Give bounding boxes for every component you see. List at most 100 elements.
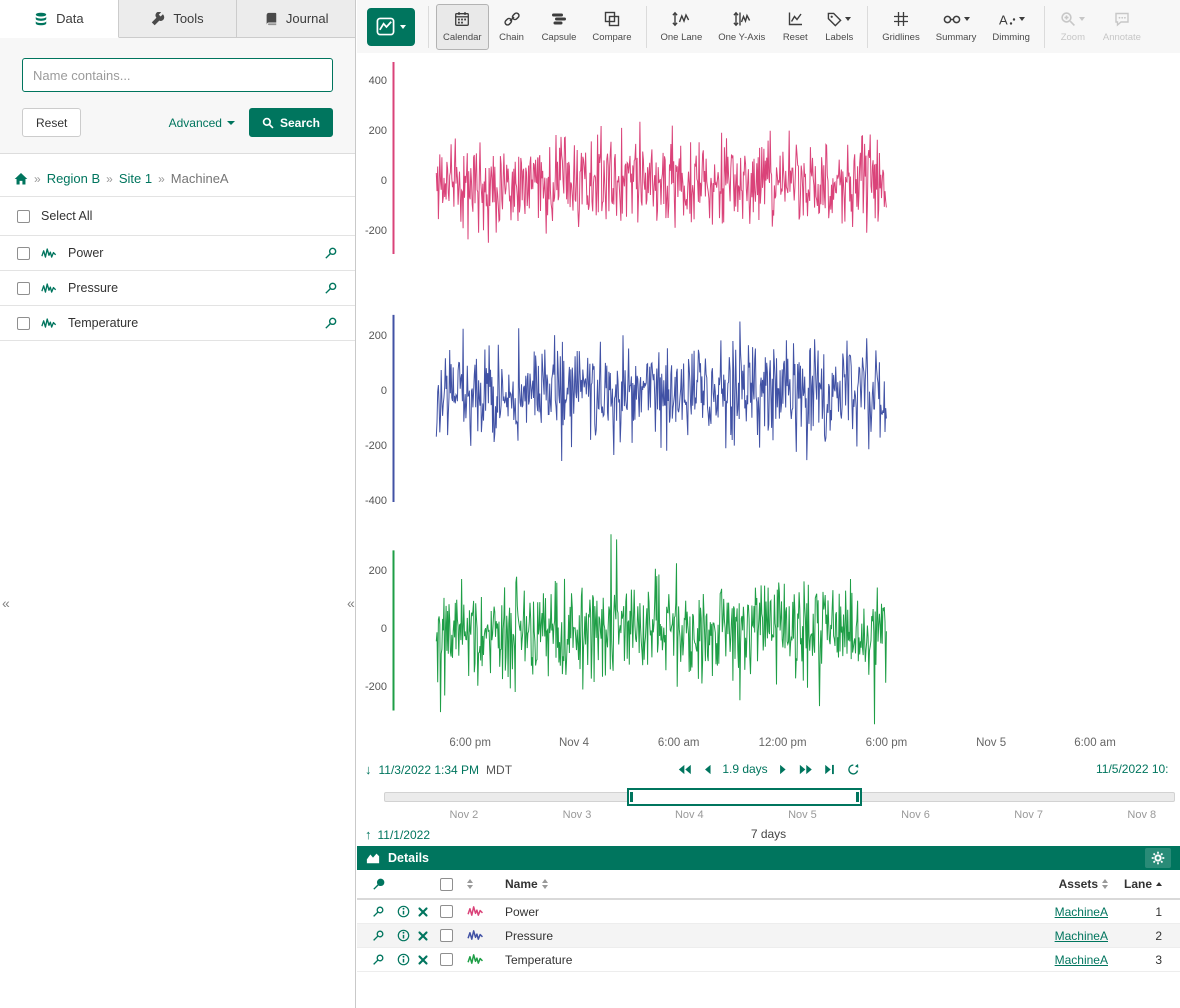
details-settings-button[interactable] (1145, 848, 1171, 868)
pin-icon[interactable] (323, 246, 338, 261)
fast-backward-icon[interactable] (677, 764, 691, 775)
skip-to-end-icon[interactable] (824, 764, 836, 775)
lane-column-header[interactable]: Lane (1108, 877, 1162, 891)
row-checkbox[interactable] (440, 953, 453, 966)
name-column-header[interactable]: Name (505, 877, 988, 891)
range-start-link[interactable]: 11/3/2022 1:34 PM (379, 763, 480, 777)
row-checkbox[interactable] (440, 905, 453, 918)
signal-icon (41, 317, 57, 330)
remove-icon[interactable] (418, 931, 440, 941)
reset-button[interactable]: Reset (22, 108, 81, 137)
select-all-checkbox[interactable] (17, 210, 30, 223)
temperature-checkbox[interactable] (17, 317, 30, 330)
lane-pressure[interactable]: 2000-200-400 (357, 282, 1180, 507)
brush-right-handle[interactable] (856, 792, 859, 802)
row-checkbox[interactable] (440, 929, 453, 942)
lane-temperature[interactable]: 2000-200 (357, 507, 1180, 732)
info-icon[interactable] (397, 905, 418, 918)
signal-icon (467, 929, 484, 942)
advanced-label: Advanced (169, 116, 222, 130)
pin-icon[interactable] (371, 929, 397, 943)
advanced-toggle[interactable]: Advanced (169, 116, 235, 130)
asset-link[interactable]: MachineA (1055, 905, 1108, 919)
one-y-axis-label: One Y-Axis (718, 32, 765, 43)
asset-link[interactable]: MachineA (1055, 953, 1108, 967)
capsule-button[interactable]: Capsule (535, 4, 584, 50)
trend-chart[interactable]: 4002000-2002000-200-4002000-200 (357, 57, 1180, 732)
time-range-bar: ↓ 11/3/2022 1:34 PM MDT 1.9 days (357, 759, 1180, 783)
sidebar-collapse-handle[interactable]: « (347, 596, 355, 610)
sort-icon[interactable] (467, 879, 473, 889)
calendar-button[interactable]: Calendar (436, 4, 489, 50)
tab-tools-label: Tools (173, 11, 203, 26)
remove-icon[interactable] (418, 907, 440, 917)
list-item-temperature[interactable]: Temperature (0, 306, 355, 341)
step-backward-icon[interactable] (702, 764, 711, 775)
tab-journal[interactable]: Journal (237, 0, 355, 38)
view-selector-button[interactable] (367, 8, 415, 46)
chart-toolbar: Calendar Chain Capsule Compare (357, 0, 1180, 53)
pin-icon[interactable] (323, 316, 338, 331)
table-row-pressure[interactable]: Pressure MachineA 2 (357, 924, 1180, 948)
list-item-power[interactable]: Power (0, 236, 355, 271)
power-checkbox[interactable] (17, 247, 30, 260)
table-select-all-checkbox[interactable] (440, 878, 453, 891)
search-input[interactable] (22, 58, 333, 92)
annotate-label: Annotate (1103, 32, 1141, 43)
toolbar-separator (646, 6, 647, 48)
pin-icon[interactable] (371, 953, 397, 967)
x-tick-label: 6:00 pm (449, 737, 491, 749)
home-icon[interactable] (14, 172, 28, 186)
range-duration[interactable]: 1.9 days (722, 762, 767, 776)
one-y-axis-button[interactable]: One Y-Axis (711, 4, 772, 50)
assets-column-header[interactable]: Assets (988, 877, 1108, 891)
timeline-date-label: Nov 7 (1014, 809, 1043, 821)
list-item-label: Temperature (68, 316, 138, 330)
brush-left-handle[interactable] (630, 792, 633, 802)
labels-button[interactable]: Labels (818, 4, 860, 50)
search-button[interactable]: Search (249, 108, 333, 137)
summary-button[interactable]: Summary (929, 4, 984, 50)
list-item-label: Power (68, 246, 103, 260)
left-collapse-handle[interactable]: « (2, 596, 10, 610)
pressure-checkbox[interactable] (17, 282, 30, 295)
timeline-brush[interactable] (627, 788, 861, 806)
info-icon[interactable] (397, 953, 418, 966)
list-item-pressure[interactable]: Pressure (0, 271, 355, 306)
step-forward-icon[interactable] (779, 764, 788, 775)
calendar-label: Calendar (443, 32, 482, 43)
signal-icon (467, 905, 484, 918)
tab-data[interactable]: Data (0, 0, 119, 38)
toolbar-separator (428, 6, 429, 48)
gridlines-button[interactable]: Gridlines (875, 4, 927, 50)
fast-forward-icon[interactable] (799, 764, 813, 775)
info-icon[interactable] (397, 929, 418, 942)
range-end-link[interactable]: 11/5/2022 10: (1096, 762, 1169, 776)
assets-column-label: Assets (1059, 877, 1098, 891)
x-tick-label: Nov 5 (976, 737, 1006, 749)
reset-zoom-button[interactable]: Reset (774, 4, 816, 50)
compare-button[interactable]: Compare (585, 4, 638, 50)
lane-power[interactable]: 4002000-200 (357, 57, 1180, 282)
table-row-power[interactable]: Power MachineA 1 (357, 900, 1180, 924)
asset-link[interactable]: MachineA (1055, 929, 1108, 943)
chain-button[interactable]: Chain (491, 4, 533, 50)
breadcrumb-region-b[interactable]: Region B (47, 171, 100, 186)
pin-icon[interactable] (371, 905, 397, 919)
pin-column-header[interactable] (371, 877, 397, 892)
one-lane-button[interactable]: One Lane (654, 4, 710, 50)
breadcrumb-site-1[interactable]: Site 1 (119, 171, 152, 186)
timeline-start[interactable]: ↑ 11/1/2022 (365, 827, 430, 842)
type-column-header[interactable] (467, 879, 505, 889)
refresh-icon[interactable] (847, 763, 860, 776)
remove-icon[interactable] (418, 955, 440, 965)
table-row-temperature[interactable]: Temperature MachineA 3 (357, 948, 1180, 972)
pin-icon[interactable] (323, 281, 338, 296)
breadcrumb-separator: » (106, 172, 113, 186)
timeline: Nov 2Nov 3Nov 4Nov 5Nov 6Nov 7Nov 8 ↑ 11… (357, 785, 1180, 847)
tab-tools[interactable]: Tools (119, 0, 238, 38)
search-button-label: Search (280, 116, 320, 130)
down-arrow-icon[interactable]: ↓ (365, 762, 372, 777)
dimming-button[interactable]: A Dimming (985, 4, 1036, 50)
timeline-track[interactable] (384, 792, 1175, 802)
